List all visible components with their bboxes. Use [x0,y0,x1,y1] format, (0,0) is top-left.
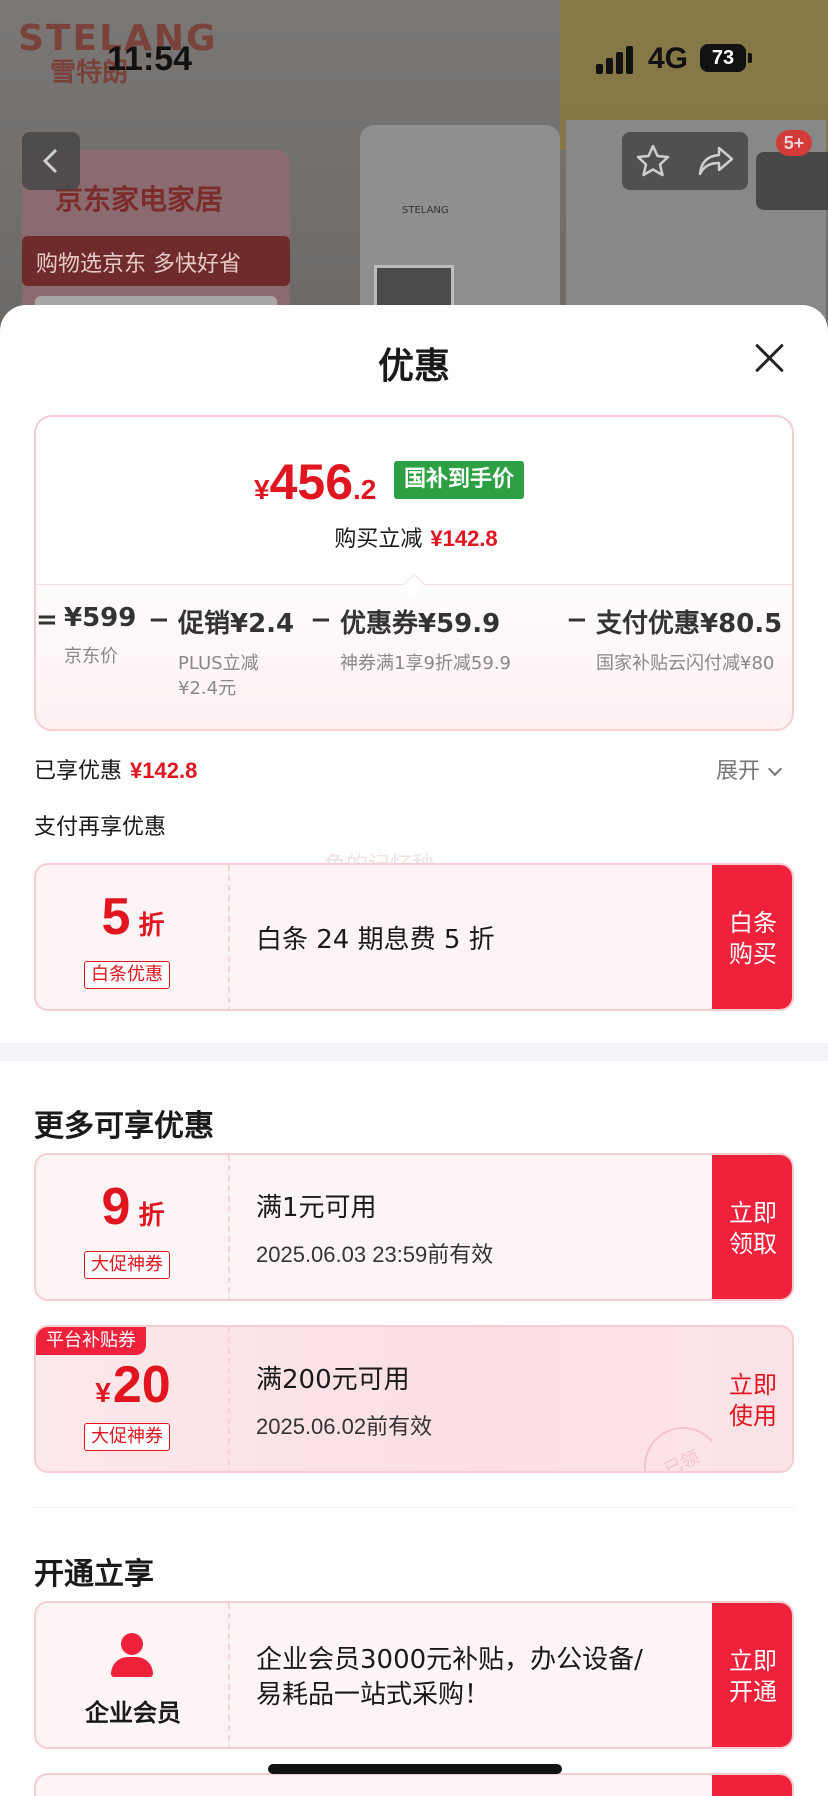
breakdown-jd-price: ¥599 京东价 [64,603,136,668]
member-left: 企业会员 [36,1603,230,1747]
more-offers-title: 更多可享优惠 [34,1109,214,1144]
coupon-left: 9折 大促神券 [36,1155,230,1299]
op-minus: − [310,605,332,635]
price-top: ¥456.2 国补到手价 购买立减 ¥142.8 [36,417,792,585]
chevron-left-icon [42,148,58,174]
network-type: 4G [648,42,689,75]
breakdown-sub: 神券满1享9折减59.9 [340,653,511,674]
jd-promo-title: 京东家电家居 [55,183,224,216]
pay-again-label: 支付再享优惠 [34,815,167,840]
coupon-tag: 大促神券 [84,1251,170,1279]
expand-label: 展开 [716,759,761,784]
next-card-button[interactable] [712,1775,792,1796]
coupon-twenty-yuan: 平台补贴券 ¥20 大促神券 满200元可用 2025.06.02前有效 已领 … [34,1325,794,1473]
more-menu-area[interactable] [756,152,828,210]
coupon-tag: 大促神券 [84,1423,170,1451]
open-membership-button[interactable]: 立即 开通 [712,1603,792,1747]
member-info: 企业会员3000元补贴，办公设备/易耗品一站式采购！ [256,1603,676,1747]
enjoyed-label: 已享优惠 [34,759,123,784]
coupon-condition: 满1元可用 [256,1193,377,1223]
reduce-amount: ¥142.8 [430,526,498,551]
star-icon[interactable] [635,143,671,179]
coupon-condition: 满200元可用 [256,1365,410,1395]
breakdown-sub2: ¥2.4元 [178,678,237,700]
price-decimal: .2 [353,474,377,505]
status-bar: 11:54 4G 73 [0,0,828,110]
top-action-group [622,132,748,190]
section-divider [0,1043,828,1061]
open-benefits-title: 开通立享 [34,1557,154,1592]
breakdown-coupon: 优惠券¥59.9 神券满1享9折减59.9 [340,603,511,675]
coupon-info: 白条 24 期息费 5 折 [256,865,676,1009]
coupon-discount: 9折 [36,1177,230,1237]
breakdown-promo: 促销¥2.4 PLUS立减 ¥2.4元 [178,603,294,701]
coupon-amount: ¥20 [36,1355,230,1415]
breakdown-value: 优惠券¥59.9 [340,609,501,639]
price-yen: ¥ [254,474,270,505]
final-price: ¥456.2 [254,453,376,511]
baitiao-coupon: 5折 白条优惠 白条 24 期息费 5 折 白条 购买 [34,863,794,1011]
price-integer: 456 [269,454,354,510]
divider-line [34,1507,794,1508]
coupon-validity: 2025.06.03 23:59前有效 [256,1242,494,1267]
breakdown-value: 促销¥2.4 [178,609,295,639]
coupon-discount: 5折 [36,887,230,947]
close-icon[interactable] [748,337,790,379]
coupon-yen: ¥ [95,1377,111,1408]
next-card-partial [34,1773,794,1796]
breakdown-sub: 京东价 [64,646,118,667]
battery-tip [748,53,752,63]
price-summary-card: ¥456.2 国补到手价 购买立减 ¥142.8 = ¥599 京东价 − 促销¥… [34,415,794,731]
back-button[interactable] [22,132,80,190]
coupon-nine-percent: 9折 大促神券 满1元可用 2025.06.03 23:59前有效 立即 领取 [34,1153,794,1301]
sheet-title: 优惠 [377,346,450,387]
chevron-down-icon [767,761,783,777]
price-breakdown: = ¥599 京东价 − 促销¥2.4 PLUS立减 ¥2.4元 − 优惠券¥5… [36,603,792,723]
coupon-num: 9 [101,1178,131,1236]
breakdown-value: ¥599 [64,603,137,633]
coupon-num: 5 [101,888,131,946]
coupon-validity: 2025.06.02前有效 [256,1414,433,1439]
use-coupon-button[interactable]: 立即 使用 [712,1327,792,1471]
coupon-unit: 折 [138,1200,165,1230]
coupon-desc: 白条 24 期息费 5 折 [256,925,495,955]
appliance-brand-text: STELANG [402,205,449,216]
claim-coupon-button[interactable]: 立即 领取 [712,1155,792,1299]
member-label: 企业会员 [85,1699,181,1727]
person-icon [109,1633,155,1679]
breakdown-sub: PLUS立减 [178,653,259,674]
op-equals: = [36,605,58,635]
expand-toggle[interactable]: 展开 [716,753,783,785]
guobu-price-tag: 国补到手价 [394,461,525,499]
enjoyed-amount: ¥142.8 [130,758,198,783]
instant-reduction: 购买立减 ¥142.8 [36,521,792,553]
coupon-left: 5折 白条优惠 [36,865,230,1009]
coupon-unit: 折 [138,910,165,940]
baitiao-buy-button[interactable]: 白条 购买 [712,865,792,1009]
jd-promo-subtitle: 购物选京东 多快好省 [22,236,290,286]
enterprise-member-card: 企业会员 企业会员3000元补贴，办公设备/易耗品一站式采购！ 立即 开通 [34,1601,794,1749]
member-desc: 企业会员3000元补贴，办公设备/易耗品一站式采购！ [256,1645,643,1711]
coupon-tag: 白条优惠 [84,961,170,989]
breakdown-payment: 支付优惠¥80.5 国家补贴云闪付减¥80 [596,603,782,675]
home-indicator [268,1764,562,1774]
signal-icon [596,46,636,74]
reduce-label: 购买立减 [334,527,423,552]
coupon-left: ¥20 大促神券 [36,1327,230,1471]
coupon-num: 20 [112,1356,171,1414]
share-icon[interactable] [697,144,735,178]
breakdown-value: 支付优惠¥80.5 [596,609,783,639]
coupon-info: 满1元可用 2025.06.03 23:59前有效 [256,1155,676,1299]
status-time: 11:54 [107,40,193,78]
enjoyed-discount: 已享优惠 ¥142.8 [34,753,197,785]
breakdown-sub: 国家补贴云闪付减¥80 [596,653,775,674]
discount-sheet: 优惠 ¥456.2 国补到手价 购买立减 ¥142.8 = ¥599 京东价 − … [0,305,828,1796]
op-minus: − [148,605,170,635]
battery-icon: 73 [700,44,746,72]
cart-count-badge: 5+ [776,130,812,156]
coupon-info: 满200元可用 2025.06.02前有效 [256,1327,676,1471]
op-minus: − [566,605,588,635]
